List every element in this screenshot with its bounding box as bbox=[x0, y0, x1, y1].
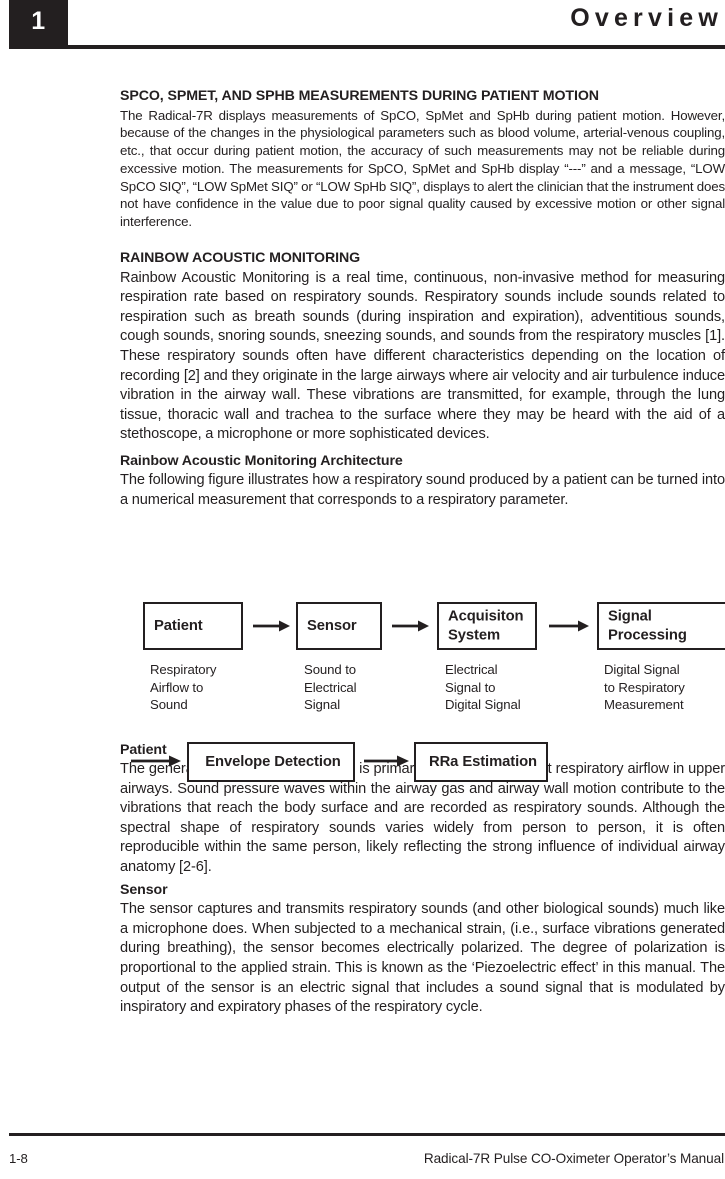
footer-page-number: 1-8 bbox=[9, 1151, 28, 1166]
diagram-box-envelope-detection[interactable]: Envelope Detection bbox=[187, 742, 355, 782]
heading-sensor: Sensor bbox=[120, 881, 168, 898]
header-divider bbox=[68, 45, 725, 49]
chapter-number-tab: 1 bbox=[9, 0, 68, 49]
diagram-box-signal-processing[interactable]: Signal Processing bbox=[597, 602, 725, 650]
diagram-arrow-envelope-to-rra bbox=[364, 753, 409, 769]
paragraph-sensor: The sensor captures and transmits respir… bbox=[120, 901, 725, 1016]
diagram-box-sensor-label: Sensor bbox=[307, 617, 357, 634]
paragraph-ram-architecture: The following figure illustrates how a r… bbox=[120, 472, 725, 509]
diagram-box-patient-label: Patient bbox=[154, 617, 203, 634]
heading-rainbow-acoustic-monitoring: RAINBOW ACOUSTIC MONITORING bbox=[120, 250, 361, 267]
paragraph-rainbow-acoustic-monitoring: Rainbow Acoustic Monitoring is a real ti… bbox=[120, 269, 725, 443]
diagram-arrow-wrap-to-envelope-detection bbox=[131, 753, 181, 769]
diagram-arrow-sensor-to-acquisition bbox=[392, 618, 429, 634]
diagram-box-rra-estimation[interactable]: RRa Estimation bbox=[414, 742, 548, 782]
diagram-box-envelope-detection-label: Envelope Detection bbox=[205, 753, 341, 770]
paragraph-motion: The Radical-7R displays measurements of … bbox=[120, 107, 725, 230]
page-header: 1 Overview bbox=[0, 0, 725, 56]
diagram-box-acquisition-system-label: Acquisiton System bbox=[448, 608, 524, 644]
page-content: SPCO, SPMET, AND SPHB MEASUREMENTS DURIN… bbox=[120, 88, 725, 1018]
diagram-box-signal-processing-label: Signal Processing bbox=[608, 608, 687, 644]
footer-manual-title: Radical-7R Pulse CO-Oximeter Operator’s … bbox=[423, 1151, 724, 1166]
diagram-box-patient[interactable]: Patient bbox=[143, 602, 243, 650]
diagram-box-sensor[interactable]: Sensor bbox=[296, 602, 382, 650]
page-title: Overview bbox=[570, 4, 723, 32]
diagram-arrow-acquisition-to-signal-processing bbox=[549, 618, 589, 634]
diagram-box-acquisition-system[interactable]: Acquisiton System bbox=[437, 602, 537, 650]
page-footer: 1-8 Radical-7R Pulse CO-Oximeter Operato… bbox=[0, 1129, 725, 1179]
footer-divider bbox=[9, 1133, 725, 1136]
diagram-box-rra-estimation-label: RRa Estimation bbox=[429, 753, 537, 770]
heading-ram-architecture: Rainbow Acoustic Monitoring Architecture bbox=[120, 452, 403, 469]
chapter-number: 1 bbox=[31, 7, 46, 35]
diagram-arrow-patient-to-sensor bbox=[253, 618, 290, 634]
heading-spco-spmet-sphb-motion: SPCO, SPMET, AND SPHB MEASUREMENTS DURIN… bbox=[120, 88, 599, 104]
